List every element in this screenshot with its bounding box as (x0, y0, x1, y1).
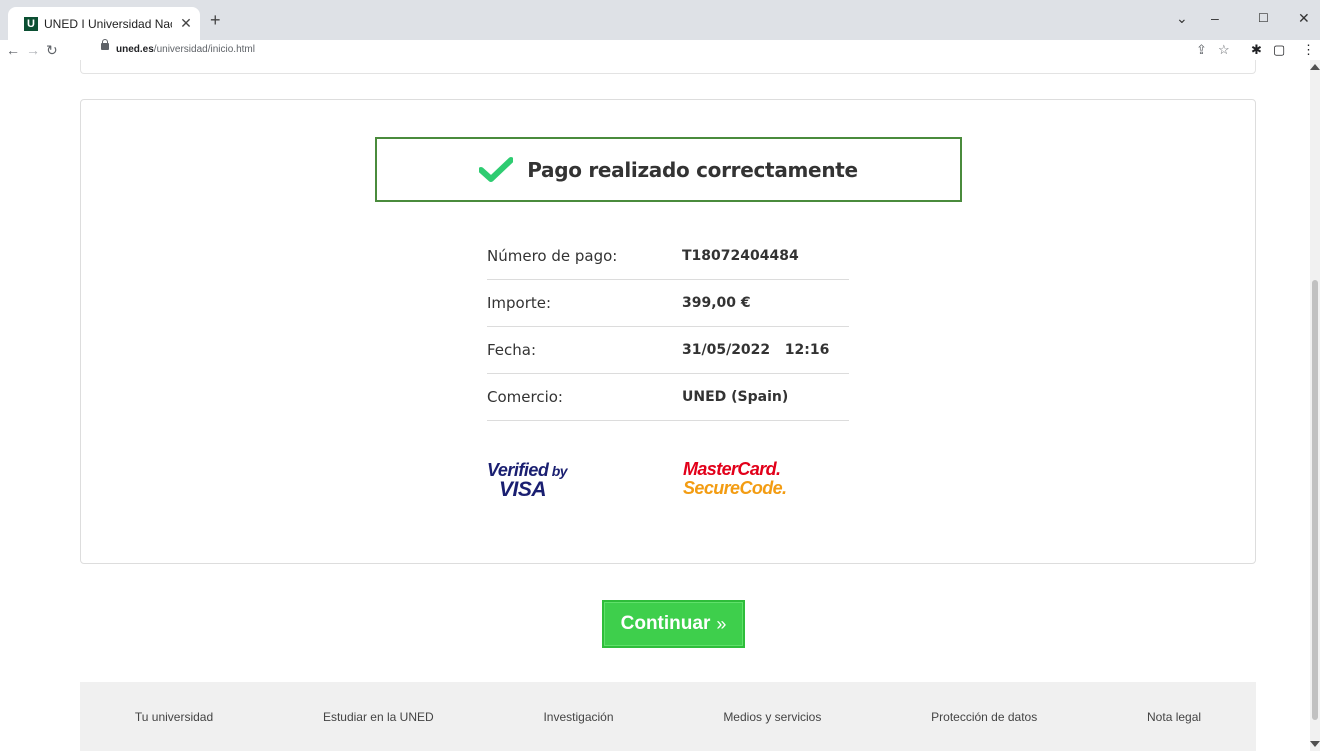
visa-by-text: by (551, 463, 568, 479)
minimize-icon[interactable]: – (1211, 10, 1219, 26)
page-viewport: Pago realizado correctamente Número de p… (0, 60, 1310, 751)
payment-status-banner: Pago realizado correctamente (375, 137, 962, 202)
detail-value: T18072404484 (682, 248, 799, 264)
url-field[interactable]: uned.es/universidad/inicio.html (116, 44, 255, 55)
vertical-scrollbar[interactable] (1310, 60, 1320, 751)
extensions-puzzle-icon[interactable]: ✱ (1251, 42, 1262, 58)
detail-value: 31/05/2022 12:16 (682, 342, 830, 358)
securecode-text: SecureCode. (683, 478, 787, 498)
security-logos: Verified by VISA MasterCard. SecureCode. (487, 460, 849, 510)
footer-link-estudiar[interactable]: Estudiar en la UNED (323, 710, 434, 724)
uned-favicon-icon: U (24, 16, 38, 31)
menu-kebab-icon[interactable]: ⋮ (1302, 42, 1315, 58)
browser-tab[interactable]: U UNED I Universidad Nacio ✕ (8, 7, 200, 40)
back-arrow-icon[interactable]: ← (6, 42, 20, 58)
scroll-down-arrow-icon[interactable] (1310, 741, 1320, 747)
detail-row-amount: Importe: 399,00 € (487, 280, 849, 327)
previous-card-edge (80, 60, 1256, 74)
footer-link-nota-legal[interactable]: Nota legal (1147, 710, 1201, 724)
tab-search-chevron-icon[interactable]: ⌄ (1176, 10, 1188, 27)
maximize-icon[interactable]: ☐ (1258, 11, 1269, 25)
url-path: /universidad/inicio.html (153, 44, 255, 55)
double-chevron-right-icon: » (716, 613, 727, 634)
detail-row-merchant: Comercio: UNED (Spain) (487, 374, 849, 421)
tab-close-icon[interactable]: ✕ (178, 15, 194, 32)
visa-text: VISA (499, 478, 547, 501)
detail-label: Fecha: (487, 341, 537, 359)
footer-link-proteccion-datos[interactable]: Protección de datos (931, 710, 1037, 724)
detail-value: 399,00 € (682, 295, 751, 311)
forward-arrow-icon[interactable]: → (26, 42, 40, 58)
url-host: uned.es (116, 44, 154, 55)
footer-link-investigacion[interactable]: Investigación (543, 710, 613, 724)
detail-label: Número de pago: (487, 247, 618, 265)
checkmark-icon (479, 156, 514, 182)
browser-tab-strip: U UNED I Universidad Nacio ✕ + ⌄ – ☐ ✕ (0, 0, 1320, 40)
visa-verified-text: Verified (487, 460, 549, 480)
share-icon[interactable]: ⇪ (1196, 42, 1207, 58)
side-panel-icon[interactable]: ▢ (1273, 42, 1285, 58)
new-tab-icon[interactable]: + (210, 11, 221, 29)
continue-button[interactable]: Continuar » (602, 600, 745, 648)
lock-icon[interactable] (101, 39, 109, 50)
site-footer: Tu universidad Estudiar en la UNED Inves… (80, 682, 1256, 751)
tab-title: UNED I Universidad Nacio (44, 16, 172, 31)
detail-row-payment-number: Número de pago: T18072404484 (487, 233, 849, 280)
detail-value: UNED (Spain) (682, 389, 789, 405)
scroll-up-arrow-icon[interactable] (1310, 64, 1320, 70)
mastercard-text: MasterCard. (683, 459, 781, 479)
mastercard-securecode-logo: MasterCard. SecureCode. (683, 459, 787, 498)
reload-icon[interactable]: ↻ (46, 42, 58, 58)
payment-status-text: Pago realizado correctamente (527, 157, 858, 182)
footer-link-tu-universidad[interactable]: Tu universidad (135, 710, 213, 724)
verified-by-visa-logo: Verified by VISA (487, 460, 568, 501)
footer-link-medios[interactable]: Medios y servicios (723, 710, 821, 724)
scrollbar-thumb[interactable] (1312, 280, 1318, 720)
continue-button-label: Continuar (620, 613, 711, 634)
detail-label: Importe: (487, 294, 552, 312)
detail-label: Comercio: (487, 388, 563, 406)
close-window-icon[interactable]: ✕ (1298, 10, 1310, 27)
payment-details: Número de pago: T18072404484 Importe: 39… (487, 233, 849, 421)
payment-confirmation-card: Pago realizado correctamente Número de p… (80, 99, 1256, 564)
detail-row-date: Fecha: 31/05/2022 12:16 (487, 327, 849, 374)
address-bar: ← → ↻ uned.es/universidad/inicio.html ⇪ … (0, 39, 1320, 60)
bookmark-star-icon[interactable]: ☆ (1218, 42, 1230, 58)
